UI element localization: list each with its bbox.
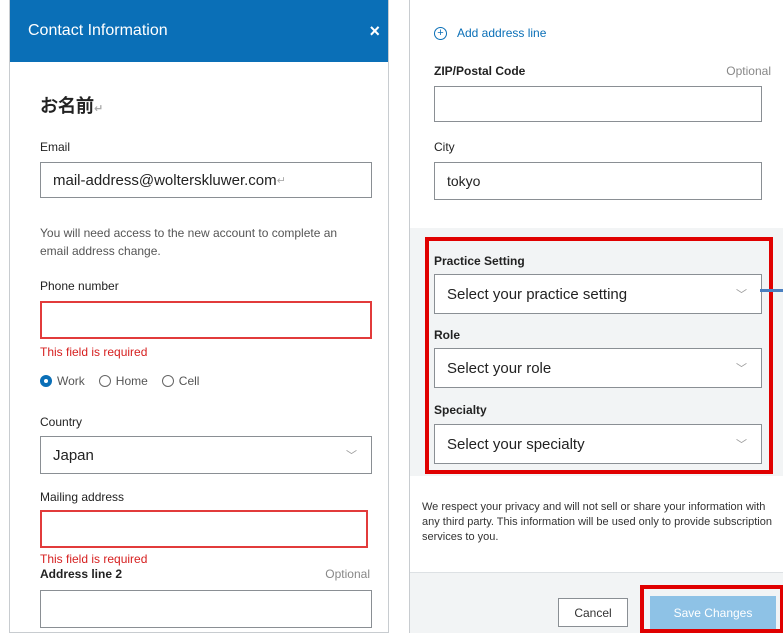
email-note: You will need access to the new account … bbox=[40, 226, 338, 258]
radio-selected-icon bbox=[40, 375, 52, 387]
phone-error: This field is required bbox=[40, 345, 148, 359]
phone-type-group: Work Home Cell bbox=[40, 374, 213, 388]
pointer-arrow bbox=[760, 289, 783, 292]
mailing-label: Mailing address bbox=[40, 490, 125, 504]
chevron-down-icon: ﹀ bbox=[346, 450, 357, 462]
zip-optional: Optional bbox=[726, 64, 771, 78]
address2-optional: Optional bbox=[325, 567, 370, 581]
city-input[interactable]: tokyo bbox=[434, 162, 762, 200]
zip-input[interactable] bbox=[434, 86, 762, 122]
cancel-button[interactable]: Cancel bbox=[558, 598, 628, 627]
name-heading-text: お名前 bbox=[40, 96, 94, 117]
panel-title: Contact Information bbox=[28, 22, 168, 39]
highlight-box-profession bbox=[425, 237, 773, 474]
return-mark-icon: ↵ bbox=[276, 174, 286, 187]
phone-type-label: Home bbox=[115, 374, 148, 388]
phone-type-work[interactable]: Work bbox=[40, 374, 85, 388]
radio-icon bbox=[161, 375, 174, 387]
return-mark-icon: ↵ bbox=[94, 102, 104, 115]
privacy-note: We respect your privacy and will not sel… bbox=[422, 501, 772, 543]
mailing-error: This field is required bbox=[40, 552, 148, 566]
phone-type-label: Cell bbox=[178, 374, 200, 388]
email-value: mail-address@wolterskluwer.com bbox=[53, 171, 277, 189]
phone-label: Phone number bbox=[40, 279, 119, 293]
phone-type-cell[interactable]: Cell bbox=[161, 374, 200, 388]
details-panel: + Add address line ZIP/Postal Code Optio… bbox=[409, 0, 783, 633]
add-address-line-link[interactable]: + Add address line bbox=[434, 26, 546, 40]
email-label: Email bbox=[40, 140, 71, 154]
phone-type-label: Work bbox=[57, 374, 85, 388]
country-value: Japan bbox=[53, 446, 94, 464]
zip-label: ZIP/Postal Code bbox=[434, 64, 526, 78]
address2-input[interactable] bbox=[40, 590, 372, 628]
city-value: tokyo bbox=[447, 173, 481, 189]
name-heading: お名前↵ bbox=[40, 92, 103, 118]
plus-circle-icon: + bbox=[434, 26, 447, 40]
mailing-address-input[interactable] bbox=[40, 510, 368, 548]
highlight-box-save bbox=[640, 585, 783, 633]
phone-type-home[interactable]: Home bbox=[98, 374, 148, 388]
city-label: City bbox=[434, 140, 455, 154]
country-select[interactable]: Japan ﹀ bbox=[40, 436, 372, 474]
add-address-line-label: Add address line bbox=[457, 26, 547, 40]
panel-header: Contact Information × bbox=[10, 0, 388, 62]
radio-icon bbox=[98, 375, 111, 387]
close-icon[interactable]: × bbox=[369, 21, 380, 42]
email-field[interactable]: mail-address@wolterskluwer.com ↵ bbox=[40, 162, 372, 198]
contact-info-panel: Contact Information × お名前↵ Email mail-ad… bbox=[9, 0, 389, 633]
country-label: Country bbox=[40, 415, 83, 429]
address2-label: Address line 2 bbox=[40, 567, 123, 581]
phone-input[interactable] bbox=[40, 301, 372, 339]
